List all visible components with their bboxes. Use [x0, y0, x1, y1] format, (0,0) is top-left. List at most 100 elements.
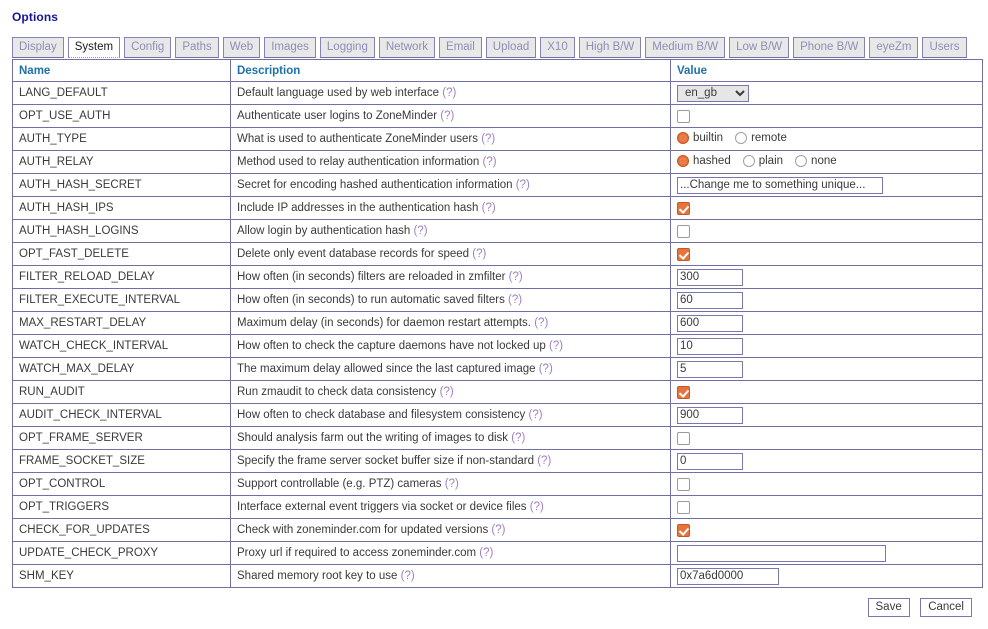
radio-button[interactable] [735, 132, 747, 144]
help-icon[interactable]: (?) [534, 317, 548, 329]
option-text-input[interactable] [677, 568, 779, 585]
tab-images[interactable]: Images [264, 37, 316, 58]
option-text-input[interactable] [677, 177, 883, 194]
option-checkbox[interactable] [677, 248, 690, 261]
option-checkbox[interactable] [677, 202, 690, 215]
option-name: MAX_RESTART_DELAY [13, 312, 231, 335]
option-value [671, 312, 983, 335]
tab-display[interactable]: Display [12, 37, 64, 58]
option-checkbox[interactable] [677, 478, 690, 491]
option-checkbox[interactable] [677, 110, 690, 123]
tab-email[interactable]: Email [439, 37, 482, 58]
option-description-text: Include IP addresses in the authenticati… [237, 202, 478, 214]
table-row: MAX_RESTART_DELAYMaximum delay (in secon… [13, 312, 983, 335]
option-value: builtin remote [671, 128, 983, 151]
table-row: OPT_FAST_DELETEDelete only event databas… [13, 243, 983, 266]
help-icon[interactable]: (?) [511, 432, 525, 444]
radio-option[interactable]: none [795, 155, 837, 167]
table-body: LANG_DEFAULTDefault language used by web… [13, 82, 983, 588]
help-icon[interactable]: (?) [479, 547, 493, 559]
help-icon[interactable]: (?) [442, 87, 456, 99]
option-text-input[interactable] [677, 361, 743, 378]
help-icon[interactable]: (?) [530, 501, 544, 513]
tab-config[interactable]: Config [124, 37, 171, 58]
tab-x10[interactable]: X10 [540, 37, 574, 58]
tab-logging[interactable]: Logging [320, 37, 375, 58]
option-description-text: How often (in seconds) filters are reloa… [237, 271, 505, 283]
option-radio-group: builtin remote [677, 132, 795, 144]
option-text-input[interactable] [677, 453, 743, 470]
help-icon[interactable]: (?) [539, 363, 553, 375]
radio-label: remote [751, 132, 787, 144]
tab-medium-b-w[interactable]: Medium B/W [645, 37, 725, 58]
option-text-input[interactable] [677, 338, 743, 355]
option-name: OPT_FAST_DELETE [13, 243, 231, 266]
radio-option[interactable]: remote [735, 132, 787, 144]
help-icon[interactable]: (?) [483, 156, 497, 168]
tab-users[interactable]: Users [922, 37, 966, 58]
radio-button[interactable] [743, 155, 755, 167]
help-icon[interactable]: (?) [537, 455, 551, 467]
option-name: FRAME_SOCKET_SIZE [13, 450, 231, 473]
option-text-input[interactable] [677, 292, 743, 309]
option-select[interactable]: en_gb [677, 85, 749, 102]
tab-low-b-w[interactable]: Low B/W [729, 37, 789, 58]
column-header-value[interactable]: Value [671, 60, 983, 82]
option-name: SHM_KEY [13, 565, 231, 588]
help-icon[interactable]: (?) [482, 202, 496, 214]
option-value [671, 519, 983, 542]
cancel-button[interactable]: Cancel [920, 598, 972, 617]
tab-eyezm[interactable]: eyeZm [869, 37, 918, 58]
option-value [671, 197, 983, 220]
help-icon[interactable]: (?) [508, 294, 522, 306]
option-text-input[interactable] [677, 545, 886, 562]
help-icon[interactable]: (?) [440, 110, 454, 122]
tab-web[interactable]: Web [223, 37, 260, 58]
table-row: OPT_CONTROLSupport controllable (e.g. PT… [13, 473, 983, 496]
option-value [671, 565, 983, 588]
help-icon[interactable]: (?) [516, 179, 530, 191]
option-checkbox[interactable] [677, 386, 690, 399]
radio-option[interactable]: builtin [677, 132, 723, 144]
help-icon[interactable]: (?) [491, 524, 505, 536]
tab-high-b-w[interactable]: High B/W [579, 37, 642, 58]
option-name: CHECK_FOR_UPDATES [13, 519, 231, 542]
help-icon[interactable]: (?) [549, 340, 563, 352]
radio-label: none [811, 155, 837, 167]
save-button[interactable]: Save [868, 598, 910, 617]
option-value: en_gb [671, 82, 983, 105]
option-text-input[interactable] [677, 407, 743, 424]
option-checkbox[interactable] [677, 432, 690, 445]
option-text-input[interactable] [677, 269, 743, 286]
table-row: AUTH_HASH_IPSInclude IP addresses in the… [13, 197, 983, 220]
column-header-name[interactable]: Name [13, 60, 231, 82]
tab-system[interactable]: System [68, 37, 120, 58]
help-icon[interactable]: (?) [529, 409, 543, 421]
help-icon[interactable]: (?) [413, 225, 427, 237]
tab-phone-b-w[interactable]: Phone B/W [793, 37, 865, 58]
help-icon[interactable]: (?) [472, 248, 486, 260]
option-description-text: The maximum delay allowed since the last… [237, 363, 536, 375]
radio-button[interactable] [795, 155, 807, 167]
radio-button[interactable] [677, 132, 689, 144]
option-checkbox[interactable] [677, 524, 690, 537]
tab-upload[interactable]: Upload [486, 37, 536, 58]
help-icon[interactable]: (?) [481, 133, 495, 145]
option-checkbox[interactable] [677, 501, 690, 514]
option-name: FILTER_RELOAD_DELAY [13, 266, 231, 289]
radio-option[interactable]: plain [743, 155, 783, 167]
option-value [671, 450, 983, 473]
option-description: How often to check the capture daemons h… [231, 335, 671, 358]
tab-paths[interactable]: Paths [175, 37, 218, 58]
option-name: LANG_DEFAULT [13, 82, 231, 105]
option-checkbox[interactable] [677, 225, 690, 238]
radio-option[interactable]: hashed [677, 155, 731, 167]
option-text-input[interactable] [677, 315, 743, 332]
help-icon[interactable]: (?) [509, 271, 523, 283]
help-icon[interactable]: (?) [440, 386, 454, 398]
radio-button[interactable] [677, 155, 689, 167]
column-header-description[interactable]: Description [231, 60, 671, 82]
help-icon[interactable]: (?) [445, 478, 459, 490]
tab-network[interactable]: Network [379, 37, 435, 58]
help-icon[interactable]: (?) [401, 570, 415, 582]
